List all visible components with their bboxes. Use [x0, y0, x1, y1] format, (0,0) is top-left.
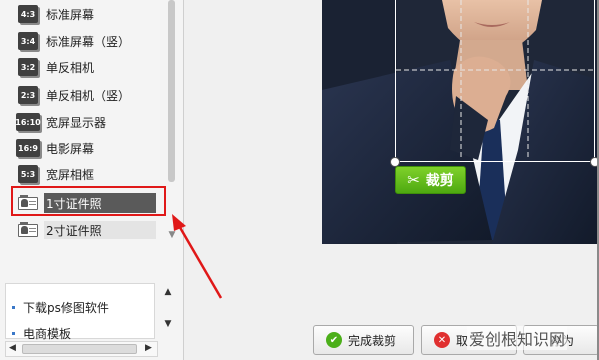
- link-label: 下载ps修图软件: [23, 301, 109, 315]
- ratio-item-16-9[interactable]: 16:9 电影屏幕: [10, 137, 158, 159]
- ratio-label: 单反相机（竖）: [46, 88, 131, 103]
- bullet-icon: [12, 332, 15, 335]
- ratio-label: 单反相机: [46, 60, 95, 75]
- scroll-down-icon[interactable]: ▼: [166, 230, 178, 240]
- annotation-highlight-box: [11, 186, 166, 216]
- ratio-16-10-icon: 16:10: [15, 113, 41, 131]
- crop-button-label: 裁剪: [425, 173, 454, 189]
- ratio-list-scrollbar[interactable]: ▼: [166, 0, 178, 250]
- scrollbar-thumb[interactable]: [22, 344, 137, 354]
- ratio-3-4-icon: 3:4: [18, 32, 38, 50]
- ratio-label: 宽屏相框: [46, 167, 95, 182]
- scroll-right-icon[interactable]: ▶: [145, 343, 152, 353]
- ratio-4-3-icon: 4:3: [18, 5, 38, 23]
- ratio-label: 标准屏幕: [46, 7, 95, 22]
- ratio-label: 标准屏幕（竖）: [46, 34, 131, 49]
- list-item[interactable]: 电商模板: [12, 325, 71, 342]
- links-list: 下载ps修图软件 电商模板: [5, 283, 155, 342]
- finish-crop-button[interactable]: ✔ 完成裁剪: [313, 325, 414, 355]
- ratio-2-3-icon: 2:3: [18, 86, 38, 104]
- close-icon: ✕: [434, 332, 450, 348]
- finish-crop-label: 完成裁剪: [348, 333, 397, 348]
- scroll-left-icon[interactable]: ◀: [9, 343, 16, 353]
- ratio-3-2-icon: 3:2: [18, 58, 38, 76]
- ratio-list: 4:3 标准屏幕 3:4 标准屏幕（竖） 3:2 单反相机 2:3 单反相机（竖…: [0, 0, 166, 250]
- crop-frame[interactable]: [395, 0, 595, 162]
- ratio-item-4-3[interactable]: 4:3 标准屏幕: [10, 3, 158, 25]
- watermark: 爱创根知识网: [467, 326, 568, 350]
- ratio-5-3-icon: 5:3: [18, 165, 38, 183]
- ratio-item-16-10[interactable]: 16:10 宽屏显示器: [10, 111, 158, 133]
- ratio-item-3-2[interactable]: 3:2 单反相机: [10, 56, 158, 78]
- ratio-item-5-3[interactable]: 5:3 宽屏相框: [10, 163, 158, 185]
- link-label: 电商模板: [23, 327, 72, 341]
- check-icon: ✔: [326, 332, 342, 348]
- crop-ratio-panel: 4:3 标准屏幕 3:4 标准屏幕（竖） 3:2 单反相机 2:3 单反相机（竖…: [0, 0, 184, 360]
- scrollbar-thumb[interactable]: [168, 0, 175, 182]
- horizontal-scrollbar[interactable]: ◀ ▶: [5, 341, 158, 357]
- scissors-icon: ✂: [407, 171, 420, 189]
- bullet-icon: [12, 306, 15, 309]
- links-scrollbar[interactable]: ▲ ▼: [158, 283, 178, 339]
- scroll-down-icon[interactable]: ▼: [162, 319, 174, 329]
- ratio-item-3-4[interactable]: 3:4 标准屏幕（竖）: [10, 30, 158, 52]
- ratio-item-2-3[interactable]: 2:3 单反相机（竖）: [10, 84, 158, 106]
- ratio-16-9-icon: 16:9: [16, 139, 40, 157]
- id-photo-label: 2寸证件照: [46, 223, 102, 238]
- ratio-label: 宽屏显示器: [46, 115, 107, 130]
- crop-button[interactable]: ✂ 裁剪: [395, 166, 466, 194]
- list-item[interactable]: 下载ps修图软件: [12, 299, 109, 316]
- id-photo-item-2inch[interactable]: 2寸证件照: [10, 219, 158, 241]
- ratio-label: 电影屏幕: [46, 141, 95, 156]
- scroll-up-icon[interactable]: ▲: [162, 287, 174, 297]
- id-card-icon: [18, 222, 40, 238]
